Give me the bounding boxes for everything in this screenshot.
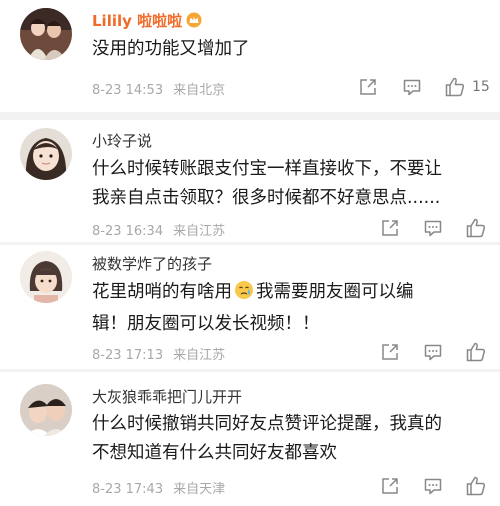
comment-fragment: 我需要朋友圈可以编 — [256, 282, 414, 302]
comment-line: 我亲自点击领取？很多时候都不好意思点...... — [92, 188, 441, 208]
comment-item: Lilily 啦啦啦 没用的功能又增加了 8-23 14:53 来自北京 15 — [0, 0, 500, 112]
comment-button[interactable] — [402, 77, 422, 97]
comment-button[interactable] — [423, 218, 443, 238]
timestamp: 8-23 17:43 — [92, 482, 164, 497]
like-button[interactable] — [465, 341, 487, 363]
comment-line: 什么时候转账跟支付宝一样直接收下，不要让 — [92, 159, 442, 179]
comment-meta: 8-23 16:34 来自江苏 — [92, 220, 225, 239]
timestamp: 8-23 14:53 — [92, 83, 164, 98]
comment-icon — [403, 79, 421, 96]
like-button[interactable] — [465, 475, 487, 497]
location: 来自天津 — [173, 482, 226, 497]
timestamp: 8-23 16:34 — [92, 224, 164, 239]
comment-button[interactable] — [423, 476, 443, 496]
like-button[interactable]: 15 — [444, 76, 490, 98]
comment-text: 花里胡哨的有啥用 我需要朋友圈可以编 辑！朋友圈可以发长视频！！ — [92, 278, 492, 339]
divider — [0, 112, 500, 120]
thumbs-up-icon — [445, 77, 465, 97]
vip-crown-icon — [186, 12, 202, 32]
comment-item: 大灰狼乖乖把门儿开开 什么时候撤销共同好友点赞评论提醒，我真的 不想知道有什么共… — [0, 372, 500, 506]
comment-item: 被数学炸了的孩子 花里胡哨的有啥用 我需要朋友圈可以编 辑！朋友圈可以发长视频！！… — [0, 245, 500, 369]
username[interactable]: 小玲子说 — [92, 130, 152, 151]
share-icon — [382, 478, 398, 494]
comment-line: 辑！朋友圈可以发长视频！！ — [92, 314, 320, 334]
username-text: 小玲子说 — [92, 132, 153, 150]
comment-meta: 8-23 14:53 来自北京 — [92, 79, 225, 98]
share-icon — [382, 344, 398, 360]
share-button[interactable] — [380, 342, 400, 362]
share-icon — [382, 220, 398, 236]
avatar[interactable] — [20, 128, 72, 180]
like-button[interactable] — [465, 217, 487, 239]
username[interactable]: 大灰狼乖乖把门儿开开 — [92, 386, 242, 407]
username[interactable]: 被数学炸了的孩子 — [92, 253, 212, 274]
timestamp: 8-23 17:13 — [92, 348, 164, 363]
username-text: Lilily 啦啦啦 — [92, 12, 183, 30]
location: 来自江苏 — [173, 348, 226, 363]
avatar[interactable] — [20, 384, 72, 436]
share-button[interactable] — [380, 218, 400, 238]
crying-face-icon — [234, 280, 254, 310]
share-button[interactable] — [380, 476, 400, 496]
location: 来自江苏 — [173, 224, 226, 239]
share-button[interactable] — [358, 77, 378, 97]
username-text: 大灰狼乖乖把门儿开开 — [92, 388, 243, 406]
comment-text: 什么时候撤销共同好友点赞评论提醒，我真的 不想知道有什么共同好友都喜欢 — [92, 410, 492, 468]
avatar[interactable] — [20, 251, 72, 303]
comment-icon — [424, 344, 442, 361]
comment-line: 没用的功能又增加了 — [92, 39, 250, 59]
thumbs-up-icon — [466, 476, 486, 496]
share-icon — [360, 79, 376, 95]
comment-button[interactable] — [423, 342, 443, 362]
comment-line: 什么时候撤销共同好友点赞评论提醒，我真的 — [92, 414, 442, 434]
thumbs-up-icon — [466, 342, 486, 362]
like-count: 15 — [472, 79, 490, 95]
thumbs-up-icon — [466, 218, 486, 238]
comment-text: 什么时候转账跟支付宝一样直接收下，不要让 我亲自点击领取？很多时候都不好意思点.… — [92, 155, 492, 213]
comment-icon — [424, 220, 442, 237]
avatar[interactable] — [20, 8, 72, 60]
comment-icon — [424, 478, 442, 495]
comment-line: 花里胡哨的有啥用 我需要朋友圈可以编 — [92, 278, 492, 310]
comment-meta: 8-23 17:43 来自天津 — [92, 478, 225, 497]
comment-fragment: 花里胡哨的有啥用 — [92, 282, 232, 302]
comment-meta: 8-23 17:13 来自江苏 — [92, 344, 225, 363]
comment-line: 不想知道有什么共同好友都喜欢 — [92, 443, 337, 463]
username-text: 被数学炸了的孩子 — [92, 255, 213, 273]
comment-text: 没用的功能又增加了 — [92, 35, 492, 64]
location: 来自北京 — [173, 83, 226, 98]
username[interactable]: Lilily 啦啦啦 — [92, 10, 202, 32]
comment-item: 小玲子说 什么时候转账跟支付宝一样直接收下，不要让 我亲自点击领取？很多时候都不… — [0, 120, 500, 242]
